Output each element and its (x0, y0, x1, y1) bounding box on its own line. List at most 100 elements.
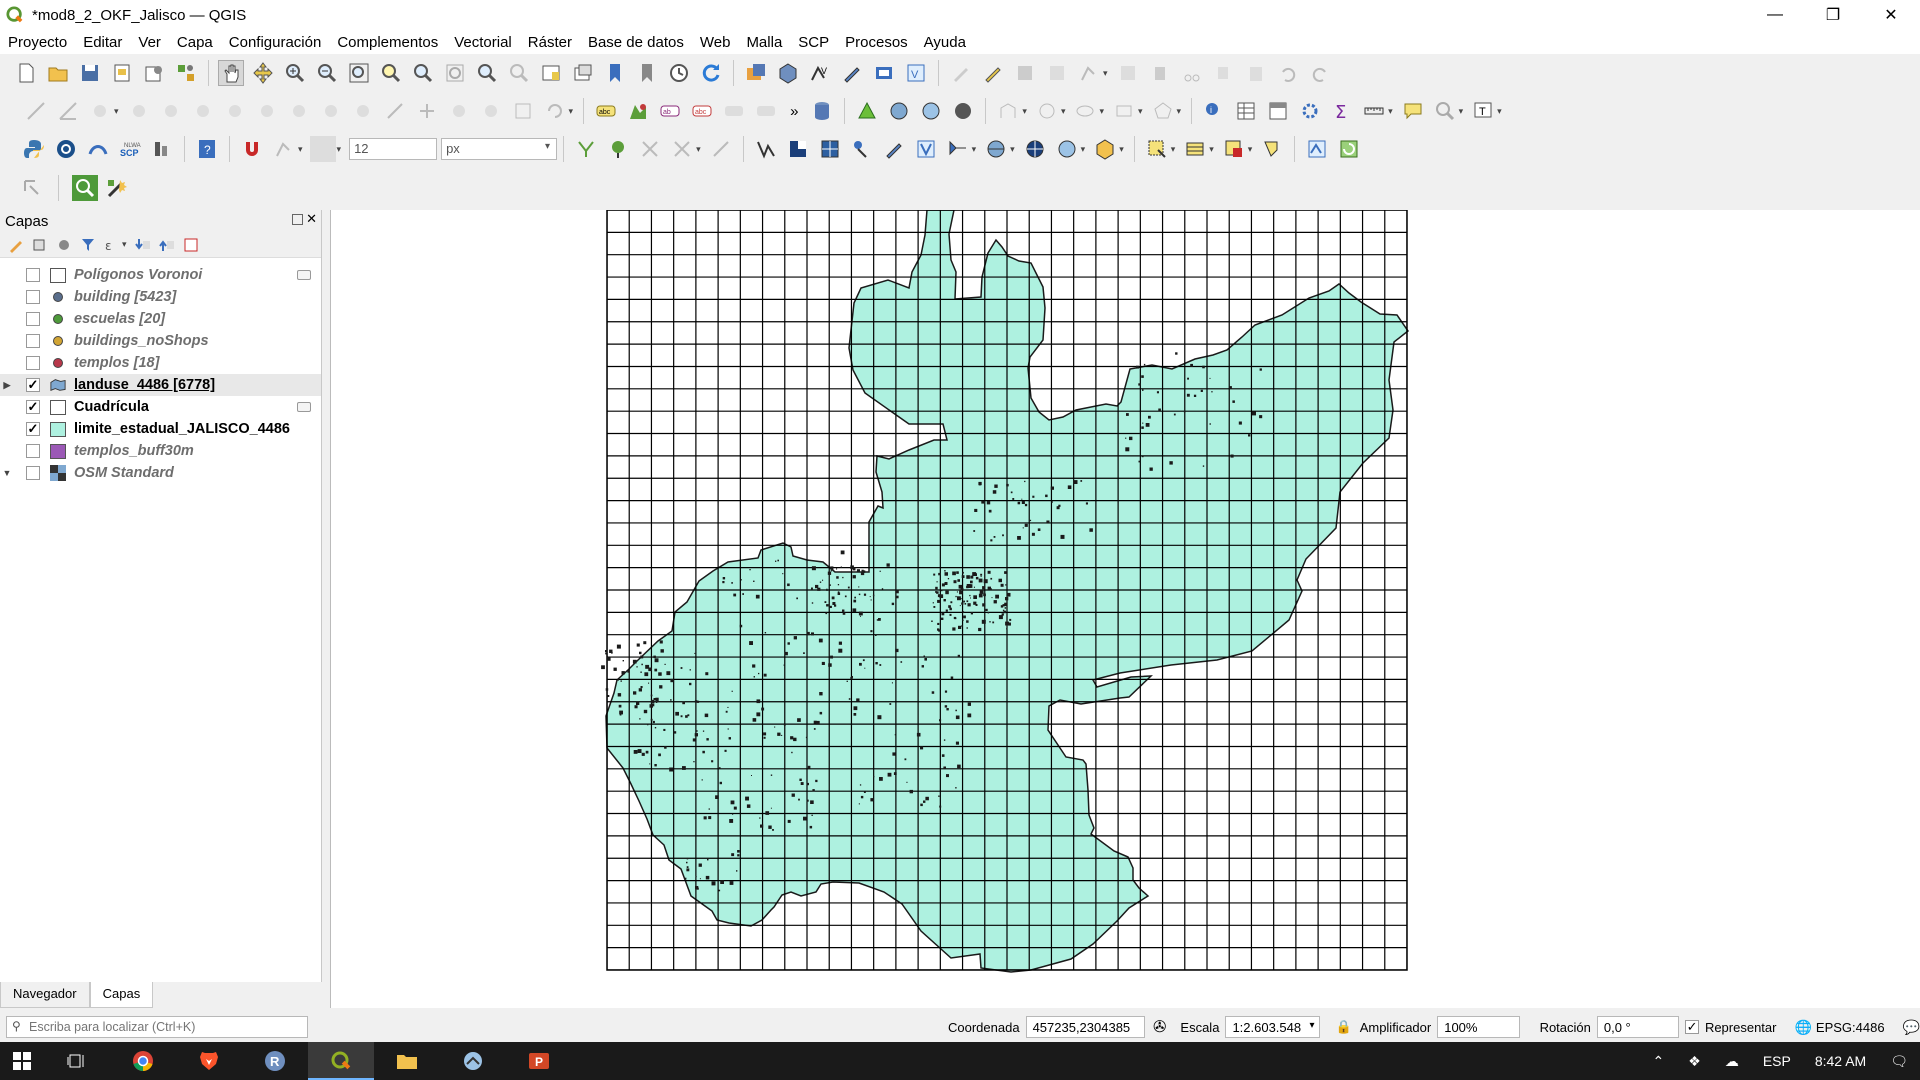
menu-scp[interactable]: SCP (790, 34, 837, 51)
start-button[interactable] (0, 1042, 44, 1080)
zoom-last-icon[interactable] (474, 60, 500, 86)
new-print-layout-icon[interactable] (109, 60, 135, 86)
add-wms-icon[interactable] (871, 60, 897, 86)
offset-curve-icon[interactable] (350, 98, 376, 124)
zoom-next-icon[interactable] (506, 60, 532, 86)
new-3d-view-icon[interactable] (570, 60, 596, 86)
statistics-sigma-icon[interactable]: Σ (1329, 98, 1355, 124)
web-globe-icon-1[interactable] (886, 98, 912, 124)
lock-scale-icon[interactable]: 🔒 (1336, 1019, 1352, 1035)
menu-malla[interactable]: Malla (738, 34, 790, 51)
show-hidden-icons-icon[interactable]: ⌃ (1653, 1053, 1665, 1070)
menu-base-de-datos[interactable]: Base de datos (580, 34, 692, 51)
rotation-input[interactable]: 0,0 ° (1596, 1016, 1680, 1038)
delete-selected-icon[interactable] (1147, 60, 1173, 86)
snapping-tolerance-input[interactable]: 12 (349, 138, 438, 160)
taskbar-powerpoint[interactable]: P (506, 1042, 572, 1080)
new-geopackage-icon[interactable] (775, 60, 801, 86)
snap-topology-icon[interactable] (573, 136, 599, 162)
toggle-editing-icon[interactable] (948, 60, 974, 86)
expand-arrow-icon[interactable]: ▶ (0, 380, 14, 391)
label-pin-icon[interactable]: ab (657, 98, 683, 124)
add-virtual-layer-icon[interactable]: V (903, 60, 929, 86)
scale-select[interactable]: 1:2.603.548 ▾ (1225, 1016, 1320, 1038)
measure-icon[interactable] (1361, 98, 1387, 124)
onedrive-cloud-icon[interactable]: ☁ (1725, 1053, 1739, 1070)
attribute-table-icon[interactable] (1233, 98, 1259, 124)
data-source-manager-icon[interactable] (743, 60, 769, 86)
collapse-all-icon[interactable] (157, 235, 177, 255)
taskbar-file-explorer[interactable] (374, 1042, 440, 1080)
menu-editar[interactable]: Editar (75, 34, 130, 51)
plugin-network-icon[interactable] (85, 136, 111, 162)
merge-features-icon[interactable] (510, 98, 536, 124)
python-console-icon[interactable] (21, 136, 47, 162)
layer-visibility-checkbox[interactable] (26, 312, 40, 326)
menu-web[interactable]: Web (692, 34, 739, 51)
zoom-full-icon[interactable] (346, 60, 372, 86)
menu-vectorial[interactable]: Vectorial (446, 34, 520, 51)
label-tool-icon[interactable]: abc (593, 98, 619, 124)
layer-styling-icon[interactable] (625, 98, 651, 124)
close-button[interactable]: ✕ (1862, 0, 1920, 30)
more-tools-chevron-icon[interactable]: » (790, 103, 798, 120)
zoom-to-selection-icon[interactable] (378, 60, 404, 86)
modify-attributes-icon[interactable] (1115, 60, 1141, 86)
pan-to-selection-icon[interactable] (250, 60, 276, 86)
snapping-vertex-icon[interactable] (271, 136, 297, 162)
add-group-icon[interactable] (30, 235, 50, 255)
polygon-digitize-icon[interactable] (1150, 98, 1176, 124)
paste-features-icon[interactable] (1243, 60, 1269, 86)
select-by-value-icon[interactable] (1182, 136, 1208, 162)
reshape-icon[interactable] (318, 98, 344, 124)
menu-configuracion[interactable]: Configuración (221, 34, 330, 51)
shape-digitize-icon[interactable] (995, 98, 1021, 124)
vector-tools-icon-2[interactable] (785, 136, 811, 162)
messages-icon[interactable]: 💬 (1903, 1019, 1920, 1036)
map-canvas[interactable] (330, 209, 1920, 1008)
text-annotation-icon[interactable]: T (1470, 98, 1496, 124)
new-bookmark-icon[interactable] (602, 60, 628, 86)
label-rotate-icon[interactable] (753, 98, 779, 124)
layer-row-building[interactable]: building [5423] (0, 286, 321, 308)
taskbar-brave[interactable] (176, 1042, 242, 1080)
plugin-tool-icon-1[interactable] (1304, 136, 1330, 162)
field-calculator-icon[interactable] (1265, 98, 1291, 124)
vector-globe-icon-4[interactable] (1092, 136, 1118, 162)
snapping-type-icon[interactable] (309, 136, 336, 162)
menu-ayuda[interactable]: Ayuda (916, 34, 974, 51)
float-panel-icon[interactable] (292, 214, 303, 225)
layer-visibility-checkbox[interactable] (26, 444, 40, 458)
add-vector-layer-icon[interactable]: V (807, 60, 833, 86)
language-indicator[interactable]: ESP (1763, 1053, 1791, 1069)
map-tips-icon[interactable] (1400, 98, 1426, 124)
menu-procesos[interactable]: Procesos (837, 34, 916, 51)
layer-row-templos[interactable]: templos [18] (0, 352, 321, 374)
taskbar-r[interactable]: R (242, 1042, 308, 1080)
rotate-feature-icon[interactable] (87, 98, 113, 124)
tab-navegador[interactable]: Navegador (0, 982, 90, 1008)
zoom-in-icon[interactable] (282, 60, 308, 86)
vector-globe-icon-3[interactable] (1054, 136, 1080, 162)
snapping-magnet-icon[interactable] (239, 136, 265, 162)
new-map-view-icon[interactable] (538, 60, 564, 86)
vector-tools-icon-1[interactable] (753, 136, 779, 162)
filter-expression-icon[interactable]: ε (102, 235, 122, 255)
coordinate-field[interactable]: 457235,2304385 (1025, 1016, 1145, 1038)
plugin-tool-icon-2[interactable] (1336, 136, 1362, 162)
label-show-hide-icon[interactable]: abc (689, 98, 715, 124)
rectangle-digitize-icon[interactable] (1111, 98, 1137, 124)
select-location-icon[interactable] (1259, 136, 1285, 162)
dropbox-icon[interactable]: ❖ (1688, 1053, 1701, 1070)
menu-complementos[interactable]: Complementos (329, 34, 446, 51)
new-project-icon[interactable] (13, 60, 39, 86)
processing-toolbox-icon[interactable] (1297, 98, 1323, 124)
pan-map-icon[interactable] (218, 60, 244, 86)
select-features-icon[interactable] (1144, 136, 1170, 162)
layer-visibility-checkbox[interactable] (26, 356, 40, 370)
collapse-arrow-icon[interactable]: ▼ (0, 468, 14, 478)
scp-plugin-icon[interactable]: NLWA SCP (117, 136, 143, 162)
plugin-wand-icon[interactable] (104, 175, 130, 201)
tab-capas[interactable]: Capas (89, 982, 154, 1008)
close-panel-icon[interactable]: ✕ (306, 211, 317, 227)
